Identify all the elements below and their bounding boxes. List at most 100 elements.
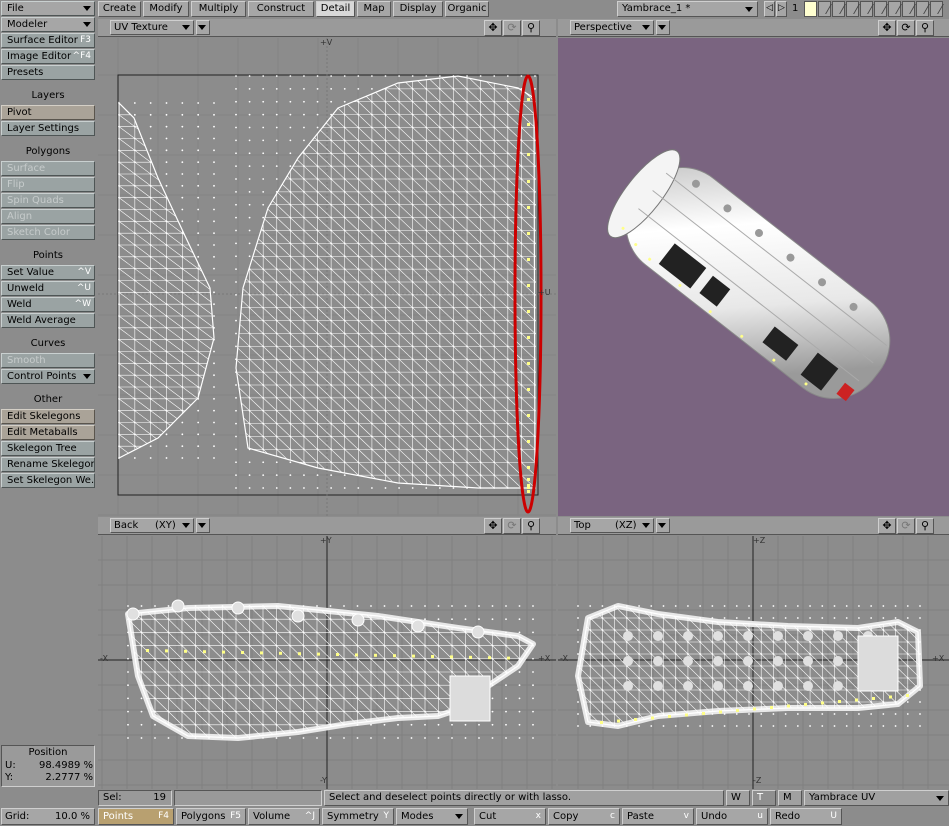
- modeler-menu[interactable]: Modeler: [1, 17, 95, 32]
- surface-button[interactable]: Surface: [1, 161, 95, 176]
- rotate-button[interactable]: ⟳: [503, 20, 521, 36]
- tab-create[interactable]: Create: [98, 1, 141, 17]
- weld-button[interactable]: Weld ^W: [1, 297, 95, 312]
- layer-slot-6[interactable]: [874, 1, 888, 17]
- skelegon-tree-button[interactable]: Skelegon Tree: [1, 441, 95, 456]
- image-editor-button[interactable]: Image Editor ^F4: [1, 49, 95, 64]
- weight-map-toggle[interactable]: W: [726, 790, 750, 806]
- flip-button[interactable]: Flip: [1, 177, 95, 192]
- set-skelegon-weight-button[interactable]: Set Skelegon We…: [1, 473, 95, 488]
- view-mode-menu[interactable]: [656, 20, 670, 35]
- spin-quads-button[interactable]: Spin Quads: [1, 193, 95, 208]
- view-type-select[interactable]: UV Texture: [110, 20, 194, 35]
- button-label: Surface: [7, 163, 46, 174]
- view-mode-menu[interactable]: [656, 518, 670, 533]
- uv-texture-viewport[interactable]: UV Texture ✥ ⟳ ⚲ +V +U: [98, 19, 556, 516]
- rotate-button[interactable]: ⟳: [503, 518, 521, 534]
- smooth-button[interactable]: Smooth: [1, 353, 95, 368]
- set-value-button[interactable]: Set Value ^V: [1, 265, 95, 280]
- symmetry-button[interactable]: Symmetry Y: [322, 808, 394, 825]
- control-points-button[interactable]: Control Points: [1, 369, 95, 384]
- redo-button[interactable]: Redo U: [770, 808, 842, 825]
- layer-slot-2[interactable]: [818, 1, 832, 17]
- layer-slot-8[interactable]: [902, 1, 916, 17]
- pan-button[interactable]: ✥: [484, 518, 502, 534]
- view-mode-menu[interactable]: [196, 518, 210, 533]
- layer-settings-button[interactable]: Layer Settings: [1, 121, 95, 136]
- copy-button[interactable]: Copy c: [548, 808, 620, 825]
- top-canvas[interactable]: +Z -Z -X +X: [558, 536, 949, 789]
- tab-modify[interactable]: Modify: [143, 1, 189, 17]
- button-label: Undo: [701, 811, 728, 822]
- pan-button[interactable]: ✥: [878, 518, 896, 534]
- pan-button[interactable]: ✥: [878, 20, 896, 36]
- top-viewport[interactable]: Top (XZ) ✥ ⟳ ⚲ +Z -Z -X +X: [558, 517, 949, 789]
- unweld-button[interactable]: Unweld ^U: [1, 281, 95, 296]
- zoom-button[interactable]: ⚲: [916, 518, 934, 534]
- layer-slot-3[interactable]: [832, 1, 846, 17]
- button-label: Flip: [7, 179, 25, 190]
- prev-layer-button[interactable]: ◁: [764, 1, 775, 17]
- chevron-down-icon: [936, 796, 944, 801]
- view-type-label: Back: [114, 520, 139, 531]
- back-canvas[interactable]: +Y -Y -X +X: [98, 536, 556, 789]
- next-layer-button[interactable]: ▷: [776, 1, 787, 17]
- uv-canvas[interactable]: +V +U: [98, 38, 556, 516]
- view-type-select[interactable]: Back (XY): [110, 518, 194, 533]
- layer-slot-7[interactable]: [888, 1, 902, 17]
- surface-editor-button[interactable]: Surface Editor F3: [1, 33, 95, 48]
- chevron-right-icon: ▷: [778, 3, 785, 13]
- zoom-button[interactable]: ⚲: [522, 20, 540, 36]
- file-menu[interactable]: File: [1, 1, 95, 16]
- chevron-down-icon: [182, 523, 190, 528]
- layer-slot-9[interactable]: [916, 1, 930, 17]
- volume-button[interactable]: Volume ^J: [248, 808, 320, 825]
- back-viewport[interactable]: Back (XY) ✥ ⟳ ⚲ +Y -Y -X +X: [98, 517, 556, 789]
- modes-button[interactable]: Modes: [396, 808, 468, 825]
- weld-average-button[interactable]: Weld Average: [1, 313, 95, 328]
- cut-button[interactable]: Cut x: [474, 808, 546, 825]
- chevron-down-icon: [83, 374, 91, 379]
- presets-button[interactable]: Presets: [1, 65, 95, 80]
- tab-detail[interactable]: Detail: [316, 1, 355, 17]
- tab-construct[interactable]: Construct: [248, 1, 314, 17]
- view-type-select[interactable]: Top (XZ): [570, 518, 654, 533]
- polygons-button[interactable]: Polygons F5: [176, 808, 246, 825]
- object-selector[interactable]: Yambrace_1 *: [617, 1, 758, 17]
- view-type-select[interactable]: Perspective: [570, 20, 654, 35]
- zoom-button[interactable]: ⚲: [916, 20, 934, 36]
- viewport-header: Back (XY) ✥ ⟳ ⚲: [98, 517, 556, 535]
- shortcut-label: ^V: [77, 267, 91, 277]
- layer-slot-5[interactable]: [860, 1, 874, 17]
- tab-display[interactable]: Display: [393, 1, 443, 17]
- edit-metaballs-button[interactable]: Edit Metaballs: [1, 425, 95, 440]
- points-button[interactable]: Points F4: [98, 808, 174, 825]
- shortcut-label: Y: [383, 811, 390, 821]
- perspective-viewport[interactable]: Perspective ✥ ⟳ ⚲: [558, 19, 949, 516]
- paste-button[interactable]: Paste v: [622, 808, 694, 825]
- view-mode-menu[interactable]: [196, 20, 210, 35]
- layer-slot-1[interactable]: [804, 1, 817, 17]
- layer-slot-10[interactable]: [930, 1, 944, 17]
- rotate-button[interactable]: ⟳: [897, 20, 915, 36]
- layer-slot-4[interactable]: [846, 1, 860, 17]
- morph-map-toggle[interactable]: M: [778, 790, 802, 806]
- sketch-color-button[interactable]: Sketch Color: [1, 225, 95, 240]
- pivot-button[interactable]: Pivot: [1, 105, 95, 120]
- perspective-canvas[interactable]: [558, 38, 949, 516]
- rotate-button[interactable]: ⟳: [897, 518, 915, 534]
- undo-button[interactable]: Undo u: [696, 808, 768, 825]
- tab-multiply[interactable]: Multiply: [191, 1, 246, 17]
- edit-skelegons-button[interactable]: Edit Skelegons: [1, 409, 95, 424]
- align-button[interactable]: Align: [1, 209, 95, 224]
- tab-map[interactable]: Map: [357, 1, 391, 17]
- texture-map-toggle[interactable]: T: [752, 790, 776, 806]
- pan-button[interactable]: ✥: [484, 20, 502, 36]
- tab-organic[interactable]: Organic: [445, 1, 489, 17]
- status-message: Select and deselect points directly or w…: [324, 790, 724, 806]
- zoom-button[interactable]: ⚲: [522, 518, 540, 534]
- magnifier-icon: ⚲: [920, 519, 930, 532]
- rename-skelegon-button[interactable]: Rename Skelegon: [1, 457, 95, 472]
- uv-map-select[interactable]: Yambrace UV: [804, 790, 949, 806]
- axis-label-bottom: -Y: [320, 776, 327, 785]
